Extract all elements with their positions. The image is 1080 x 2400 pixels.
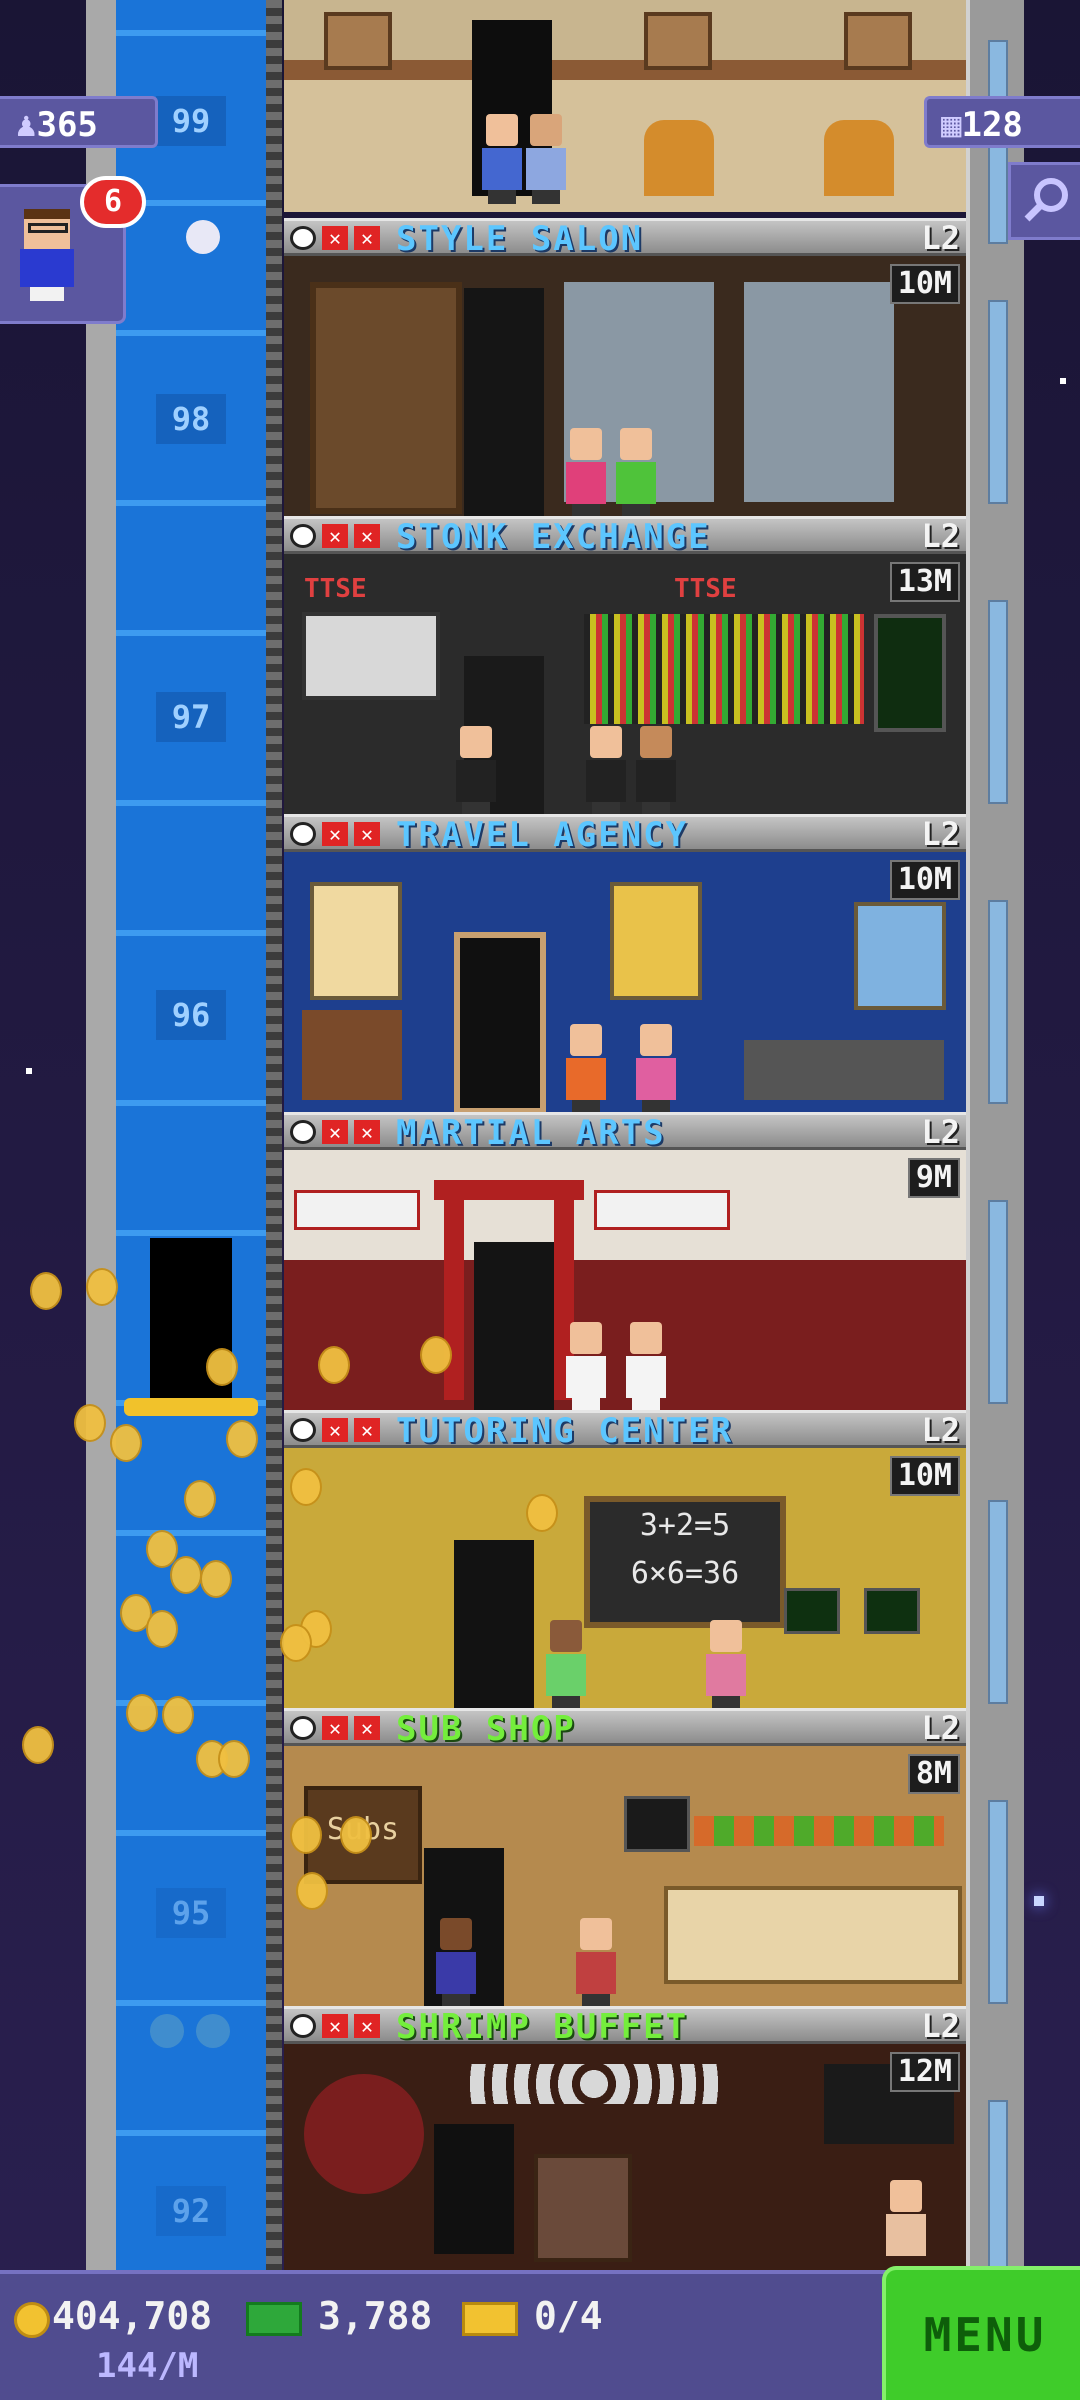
stonk-sign-left: TTSE <box>304 574 367 604</box>
close-icon: ✕ <box>322 226 348 250</box>
population-icon: ♟ <box>16 105 37 145</box>
close-icon: ✕ <box>354 226 380 250</box>
star <box>1060 378 1066 384</box>
floor-name: STYLE SALON <box>396 219 644 259</box>
floor-counter[interactable]: ▦128 <box>924 96 1080 148</box>
close-icon: ✕ <box>322 822 348 846</box>
search-icon <box>1024 178 1068 222</box>
close-icon: ✕ <box>354 1418 380 1442</box>
floor-banner-tutoring-center[interactable]: ✕ ✕ TUTORING CENTER L2 <box>284 1410 966 1451</box>
star <box>26 1068 32 1074</box>
menu-button[interactable]: MENU <box>882 2266 1080 2400</box>
population-counter[interactable]: ♟365 <box>0 96 158 148</box>
floor-name: MARTIAL ARTS <box>396 1113 666 1153</box>
menu-label: MENU <box>923 2308 1047 2362</box>
floor-number: 95 <box>156 1888 226 1938</box>
floor-name: TUTORING CENTER <box>396 1411 734 1451</box>
floor-level: L2 <box>921 219 960 257</box>
close-icon: ✕ <box>322 1120 348 1144</box>
close-icon: ✕ <box>322 524 348 548</box>
close-icon: ✕ <box>354 2014 380 2038</box>
star-rating-icon <box>150 2014 184 2048</box>
coin-icon <box>14 2302 50 2338</box>
floor-banner-shrimp-buffet[interactable]: ✕ ✕ SHRIMP BUFFET L2 <box>284 2006 966 2047</box>
close-icon: ✕ <box>354 524 380 548</box>
floor-level: L2 <box>921 2007 960 2045</box>
floor-room-shrimp-buffet[interactable]: 12M <box>284 2044 966 2270</box>
floor-price: 8M <box>907 1754 960 1794</box>
floor-price: 10M <box>889 1456 960 1496</box>
tickets-value: 0/4 <box>534 2294 603 2338</box>
floor-room-travel-agency[interactable]: 10M <box>284 852 966 1130</box>
elevator-car-platform <box>124 1398 258 1416</box>
floor-number: 98 <box>156 394 226 444</box>
tower-right-wall <box>966 0 1024 2304</box>
coins-rate: 144/M <box>96 2346 199 2386</box>
floor-level: L2 <box>921 517 960 555</box>
floor-number: 99 <box>156 96 226 146</box>
clock-icon <box>290 2014 316 2038</box>
notification-badge: 6 <box>80 176 146 228</box>
chalkboard-line-2: 6×6=36 <box>630 1556 740 1591</box>
ticket-icon <box>462 2302 518 2336</box>
floor-banner-stonk-exchange[interactable]: ✕ ✕ STONK EXCHANGE L2 <box>284 516 966 557</box>
bux-icon <box>246 2302 302 2336</box>
floor-price: 12M <box>889 2052 960 2092</box>
clock-icon <box>290 524 316 548</box>
elevator-rail <box>266 0 282 2270</box>
floor-level: L2 <box>921 1709 960 1747</box>
floor-banner-travel-agency[interactable]: ✕ ✕ TRAVEL AGENCY L2 <box>284 814 966 855</box>
floor-number: 96 <box>156 990 226 1040</box>
star <box>1034 1896 1044 1906</box>
close-icon: ✕ <box>322 2014 348 2038</box>
floor-price: 13M <box>889 562 960 602</box>
floor-banner-sub-shop[interactable]: ✕ ✕ SUB SHOP L2 <box>284 1708 966 1749</box>
bux-value: 3,788 <box>318 2294 433 2338</box>
floor-level: L2 <box>921 1411 960 1449</box>
floor-banner-style-salon[interactable]: ✕ ✕ STYLE SALON L2 <box>284 218 966 259</box>
floor-price: 10M <box>889 860 960 900</box>
floor-room-sub-shop[interactable]: Subs 8M <box>284 1746 966 2024</box>
floor-level: L2 <box>921 815 960 853</box>
close-icon: ✕ <box>322 1716 348 1740</box>
building-icon: ▦ <box>941 105 962 145</box>
clock-icon <box>290 1120 316 1144</box>
floor-room-style-salon[interactable]: 10M <box>284 256 966 534</box>
search-button[interactable] <box>1008 162 1080 240</box>
close-icon: ✕ <box>354 822 380 846</box>
close-icon: ✕ <box>322 1418 348 1442</box>
star-rating-icon <box>186 220 220 254</box>
close-icon: ✕ <box>354 1120 380 1144</box>
floor-number: 92 <box>156 2186 226 2236</box>
floor-price: 10M <box>889 264 960 304</box>
floor-name: TRAVEL AGENCY <box>396 815 689 855</box>
floor-room-top[interactable] <box>284 0 966 212</box>
tower-left-wall <box>86 0 120 2270</box>
clock-icon <box>290 1418 316 1442</box>
close-icon: ✕ <box>354 1716 380 1740</box>
stonk-sign-right: TTSE <box>674 574 737 604</box>
chalkboard-line-1: 3+2=5 <box>639 1508 731 1543</box>
floor-number: 97 <box>156 692 226 742</box>
floor-room-tutoring-center[interactable]: 3+2=5 6×6=36 10M <box>284 1448 966 1726</box>
floor-name: SUB SHOP <box>396 1709 576 1749</box>
floor-room-martial-arts[interactable]: 9M <box>284 1150 966 1428</box>
clock-icon <box>290 226 316 250</box>
floor-name: SHRIMP BUFFET <box>396 2007 689 2047</box>
floor-room-stonk-exchange[interactable]: TTSE TTSE 13M <box>284 554 966 832</box>
floor-level: L2 <box>921 1113 960 1151</box>
floor-count-value: 128 <box>961 105 1023 145</box>
floor-price: 9M <box>907 1158 960 1198</box>
clock-icon <box>290 1716 316 1740</box>
avatar <box>16 209 78 301</box>
star-rating-icon <box>196 2014 230 2048</box>
clock-icon <box>290 822 316 846</box>
population-value: 365 <box>36 105 98 145</box>
coins-value: 404,708 <box>52 2294 213 2338</box>
floor-name: STONK EXCHANGE <box>396 517 711 557</box>
floor-banner-martial-arts[interactable]: ✕ ✕ MARTIAL ARTS L2 <box>284 1112 966 1153</box>
